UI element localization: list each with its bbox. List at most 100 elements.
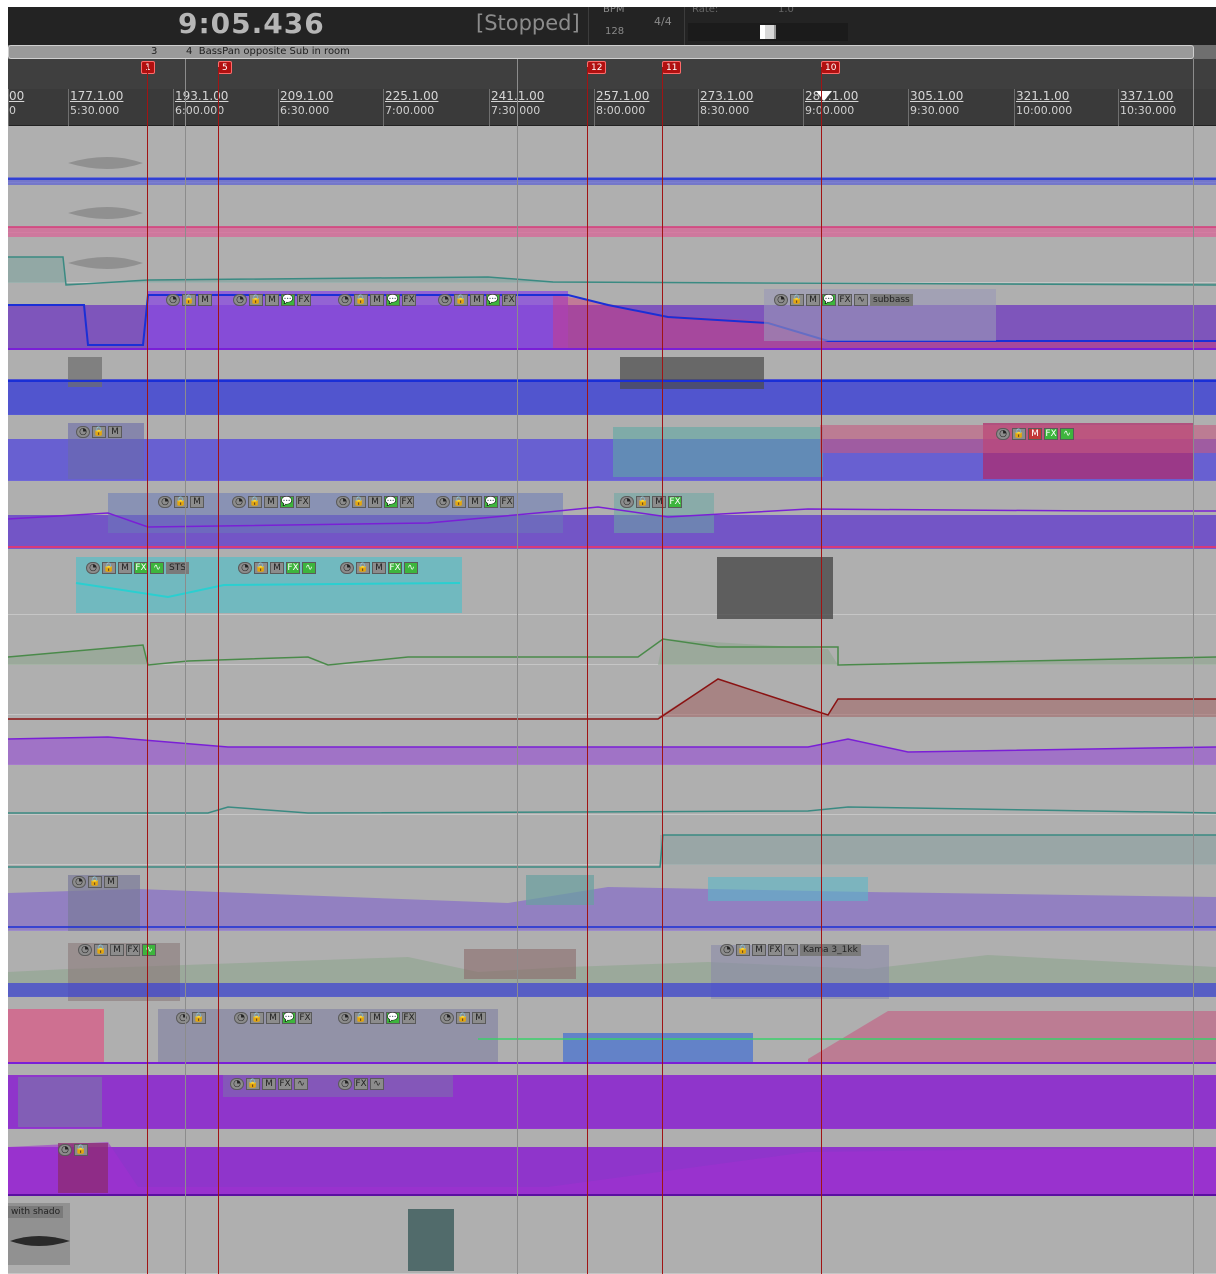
lock-button[interactable]: 🔒 <box>88 876 102 888</box>
volume-knob-icon[interactable]: ◔ <box>78 944 92 956</box>
fx-button[interactable]: FX <box>838 294 852 306</box>
marker-10[interactable]: 10 <box>821 61 841 74</box>
mute-button[interactable]: M <box>110 944 124 956</box>
comment-icon[interactable]: 💬 <box>282 1012 296 1024</box>
comment-icon[interactable]: 💬 <box>822 294 836 306</box>
lock-button[interactable]: 🔒 <box>354 294 368 306</box>
mute-button[interactable]: M <box>198 294 212 306</box>
volume-knob-icon[interactable]: ◔ <box>76 426 90 438</box>
volume-knob-icon[interactable]: ◔ <box>232 496 246 508</box>
mute-button[interactable]: M <box>370 1012 384 1024</box>
mute-button[interactable]: M <box>372 562 386 574</box>
mute-button[interactable]: M <box>104 876 118 888</box>
mute-button[interactable]: M <box>370 294 384 306</box>
fx-button[interactable]: FX <box>126 944 140 956</box>
comment-icon[interactable]: 💬 <box>386 1012 400 1024</box>
fx-button[interactable]: FX <box>278 1078 292 1090</box>
volume-knob-icon[interactable]: ◔ <box>58 1144 72 1156</box>
mute-button[interactable]: M <box>190 496 204 508</box>
marker-5[interactable]: 5 <box>218 61 232 74</box>
volume-knob-icon[interactable]: ◔ <box>338 294 352 306</box>
volume-knob-icon[interactable]: ◔ <box>166 294 180 306</box>
lock-button[interactable]: 🔒 <box>356 562 370 574</box>
lock-button[interactable]: 🔒 <box>790 294 804 306</box>
lock-button[interactable]: 🔒 <box>736 944 750 956</box>
volume-knob-icon[interactable]: ◔ <box>338 1078 352 1090</box>
mute-button[interactable]: M <box>270 562 284 574</box>
time-display[interactable]: 9:05.436 <box>178 7 325 40</box>
marker-11[interactable]: 11 <box>662 61 682 74</box>
clip-name[interactable]: Kama 3_1kk <box>800 944 861 956</box>
mute-button[interactable]: M <box>468 496 482 508</box>
mute-button[interactable]: M <box>108 426 122 438</box>
lock-button[interactable]: 🔒 <box>102 562 116 574</box>
envelope-icon[interactable]: ∿ <box>302 562 316 574</box>
region-3-label[interactable]: 3 <box>151 45 157 59</box>
volume-knob-icon[interactable]: ◔ <box>336 496 350 508</box>
envelope-icon[interactable]: ∿ <box>404 562 418 574</box>
envelope-icon[interactable]: ∿ <box>370 1078 384 1090</box>
mute-button[interactable]: M <box>266 1012 280 1024</box>
fx-button[interactable]: FX <box>402 294 416 306</box>
volume-knob-icon[interactable]: ◔ <box>230 1078 244 1090</box>
rate-slider-thumb[interactable] <box>760 25 776 39</box>
lock-button[interactable]: 🔒 <box>92 426 106 438</box>
fx-button[interactable]: FX <box>354 1078 368 1090</box>
fx-button[interactable]: FX <box>296 496 310 508</box>
lock-button[interactable]: 🔒 <box>94 944 108 956</box>
lock-button[interactable]: 🔒 <box>246 1078 260 1090</box>
lock-button[interactable]: 🔒 <box>74 1144 88 1156</box>
bpm-field[interactable]: 128 <box>605 26 624 37</box>
lock-button[interactable]: 🔒 <box>354 1012 368 1024</box>
volume-knob-icon[interactable]: ◔ <box>340 562 354 574</box>
fx-button[interactable]: FX <box>502 294 516 306</box>
volume-knob-icon[interactable]: ◔ <box>438 294 452 306</box>
volume-knob-icon[interactable]: ◔ <box>238 562 252 574</box>
volume-knob-icon[interactable]: ◔ <box>620 496 634 508</box>
fx-button[interactable]: FX <box>388 562 402 574</box>
envelope-icon[interactable]: ∿ <box>142 944 156 956</box>
volume-knob-icon[interactable]: ◔ <box>233 294 247 306</box>
mute-button[interactable]: M <box>806 294 820 306</box>
lock-button[interactable]: 🔒 <box>254 562 268 574</box>
envelope-icon[interactable]: ∿ <box>854 294 868 306</box>
mute-button[interactable]: M <box>652 496 666 508</box>
envelope-icon[interactable]: ∿ <box>150 562 164 574</box>
lock-button[interactable]: 🔒 <box>452 496 466 508</box>
region-4-label[interactable]: 4 BassPan opposite Sub in room <box>186 45 350 59</box>
lock-button[interactable]: 🔒 <box>248 496 262 508</box>
volume-knob-icon[interactable]: ◔ <box>996 428 1010 440</box>
fx-button[interactable]: FX <box>400 496 414 508</box>
lock-button[interactable]: 🔒 <box>352 496 366 508</box>
fx-button[interactable]: FX <box>1044 428 1058 440</box>
marker-12[interactable]: 12 <box>587 61 607 74</box>
track-area[interactable]: ◔ 🔒 M ◔ 🔒 M 💬 FX ◔ 🔒 M 💬 FX ◔ 🔒 M 💬 FX ◔ <box>8 127 1216 1274</box>
comment-icon[interactable]: 💬 <box>281 294 295 306</box>
mute-button[interactable]: M <box>472 1012 486 1024</box>
envelope-icon[interactable]: ∿ <box>784 944 798 956</box>
envelope-icon[interactable]: ∿ <box>1060 428 1074 440</box>
volume-knob-icon[interactable]: ◔ <box>234 1012 248 1024</box>
lock-button[interactable]: 🔒 <box>249 294 263 306</box>
volume-knob-icon[interactable]: ◔ <box>440 1012 454 1024</box>
comment-icon[interactable]: 💬 <box>486 294 500 306</box>
mute-button[interactable]: M <box>264 496 278 508</box>
volume-knob-icon[interactable]: ◔ <box>338 1012 352 1024</box>
fx-button[interactable]: FX <box>500 496 514 508</box>
clip-name[interactable]: subbass <box>870 294 913 306</box>
comment-icon[interactable]: 💬 <box>384 496 398 508</box>
mute-button[interactable]: M <box>1028 428 1042 440</box>
lock-button[interactable]: 🔒 <box>456 1012 470 1024</box>
fx-button[interactable]: FX <box>134 562 148 574</box>
lock-button[interactable]: 🔒 <box>1012 428 1026 440</box>
volume-knob-icon[interactable]: ◔ <box>86 562 100 574</box>
mute-button[interactable]: M <box>118 562 132 574</box>
fx-button[interactable]: FX <box>286 562 300 574</box>
fx-button[interactable]: FX <box>297 294 311 306</box>
volume-knob-icon[interactable]: ◔ <box>72 876 86 888</box>
volume-knob-icon[interactable]: ◔ <box>774 294 788 306</box>
mute-button[interactable]: M <box>752 944 766 956</box>
lock-button[interactable]: 🔒 <box>454 294 468 306</box>
mute-button[interactable]: M <box>470 294 484 306</box>
lock-button[interactable]: 🔒 <box>250 1012 264 1024</box>
